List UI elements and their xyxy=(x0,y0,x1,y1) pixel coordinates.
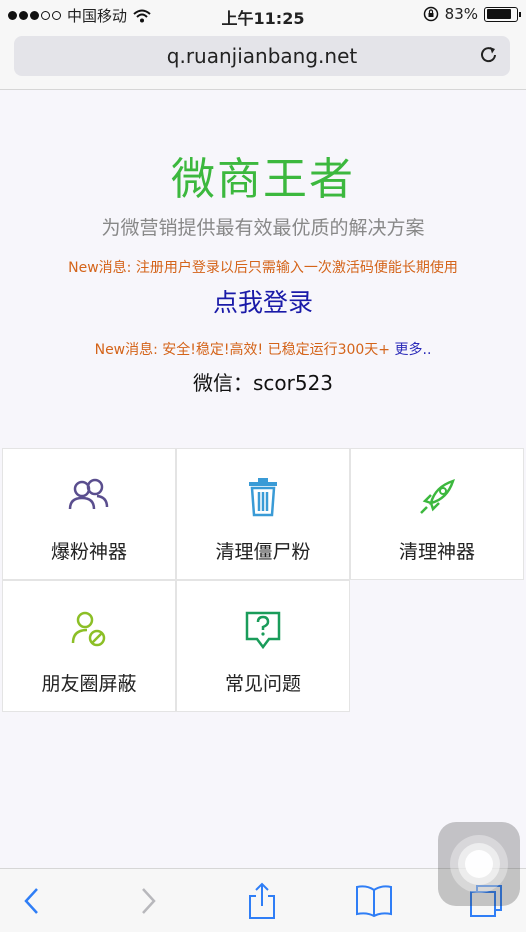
feature-label: 清理神器 xyxy=(398,541,475,563)
assistive-touch-button[interactable] xyxy=(438,822,520,906)
battery-icon xyxy=(484,6,521,22)
bookmarks-button[interactable] xyxy=(354,881,394,921)
share-button[interactable] xyxy=(242,881,282,921)
back-button[interactable] xyxy=(12,881,52,921)
feature-faq[interactable]: 常见问题 xyxy=(176,580,350,712)
url-text[interactable]: q.ruanjianbang.net xyxy=(14,44,510,68)
book-icon xyxy=(356,885,392,918)
status-bar: 中国移动 上午11:25 83% xyxy=(0,0,526,30)
question-bubble-icon xyxy=(245,611,281,650)
notice-message-1: New消息: 注册用户登录以后只需输入一次激活码便能长期使用 xyxy=(68,260,458,276)
user-block-icon xyxy=(71,611,106,647)
chevron-left-icon xyxy=(24,888,38,914)
feature-fan-booster[interactable]: 爆粉神器 xyxy=(2,448,176,580)
rocket-icon xyxy=(420,479,455,514)
forward-button[interactable] xyxy=(128,881,168,921)
feature-label: 清理僵尸粉 xyxy=(215,541,311,563)
share-icon xyxy=(249,882,275,919)
chevron-right-icon xyxy=(142,888,156,914)
browser-address-area: q.ruanjianbang.net xyxy=(0,30,526,90)
page-subtitle: 为微营销提供最有效最优质的解决方案 xyxy=(101,217,425,239)
users-icon xyxy=(68,478,109,510)
feature-moments-block[interactable]: 朋友圈屏蔽 xyxy=(2,580,176,712)
wechat-contact: 微信：scor523 xyxy=(192,371,334,395)
battery-percent: 83% xyxy=(444,5,478,23)
feature-cleaner[interactable]: 清理神器 xyxy=(350,448,524,580)
page-title: 微商王者 xyxy=(171,154,355,205)
login-link[interactable]: 点我登录 xyxy=(0,283,526,319)
feature-grid: 爆粉神器 清理僵尸粉 清理神器 朋友圈屏蔽 常见问题 xyxy=(2,448,524,713)
notice-message-2: New消息: 安全!稳定!高效! 已稳定运行300天+ 更多.. xyxy=(0,339,526,359)
status-right: 83% xyxy=(423,5,521,23)
notice-2-text: New消息: 安全!稳定!高效! 已稳定运行300天+ xyxy=(94,342,395,358)
more-link[interactable]: 更多.. xyxy=(395,342,432,358)
feature-label: 常见问题 xyxy=(224,673,301,695)
reload-icon[interactable] xyxy=(478,44,500,66)
orientation-lock-icon xyxy=(423,6,438,22)
trash-icon xyxy=(249,478,277,517)
feature-clean-zombie-fans[interactable]: 清理僵尸粉 xyxy=(176,448,350,580)
address-bar[interactable]: q.ruanjianbang.net xyxy=(14,36,510,76)
feature-label: 朋友圈屏蔽 xyxy=(41,673,137,695)
feature-label: 爆粉神器 xyxy=(50,541,127,563)
